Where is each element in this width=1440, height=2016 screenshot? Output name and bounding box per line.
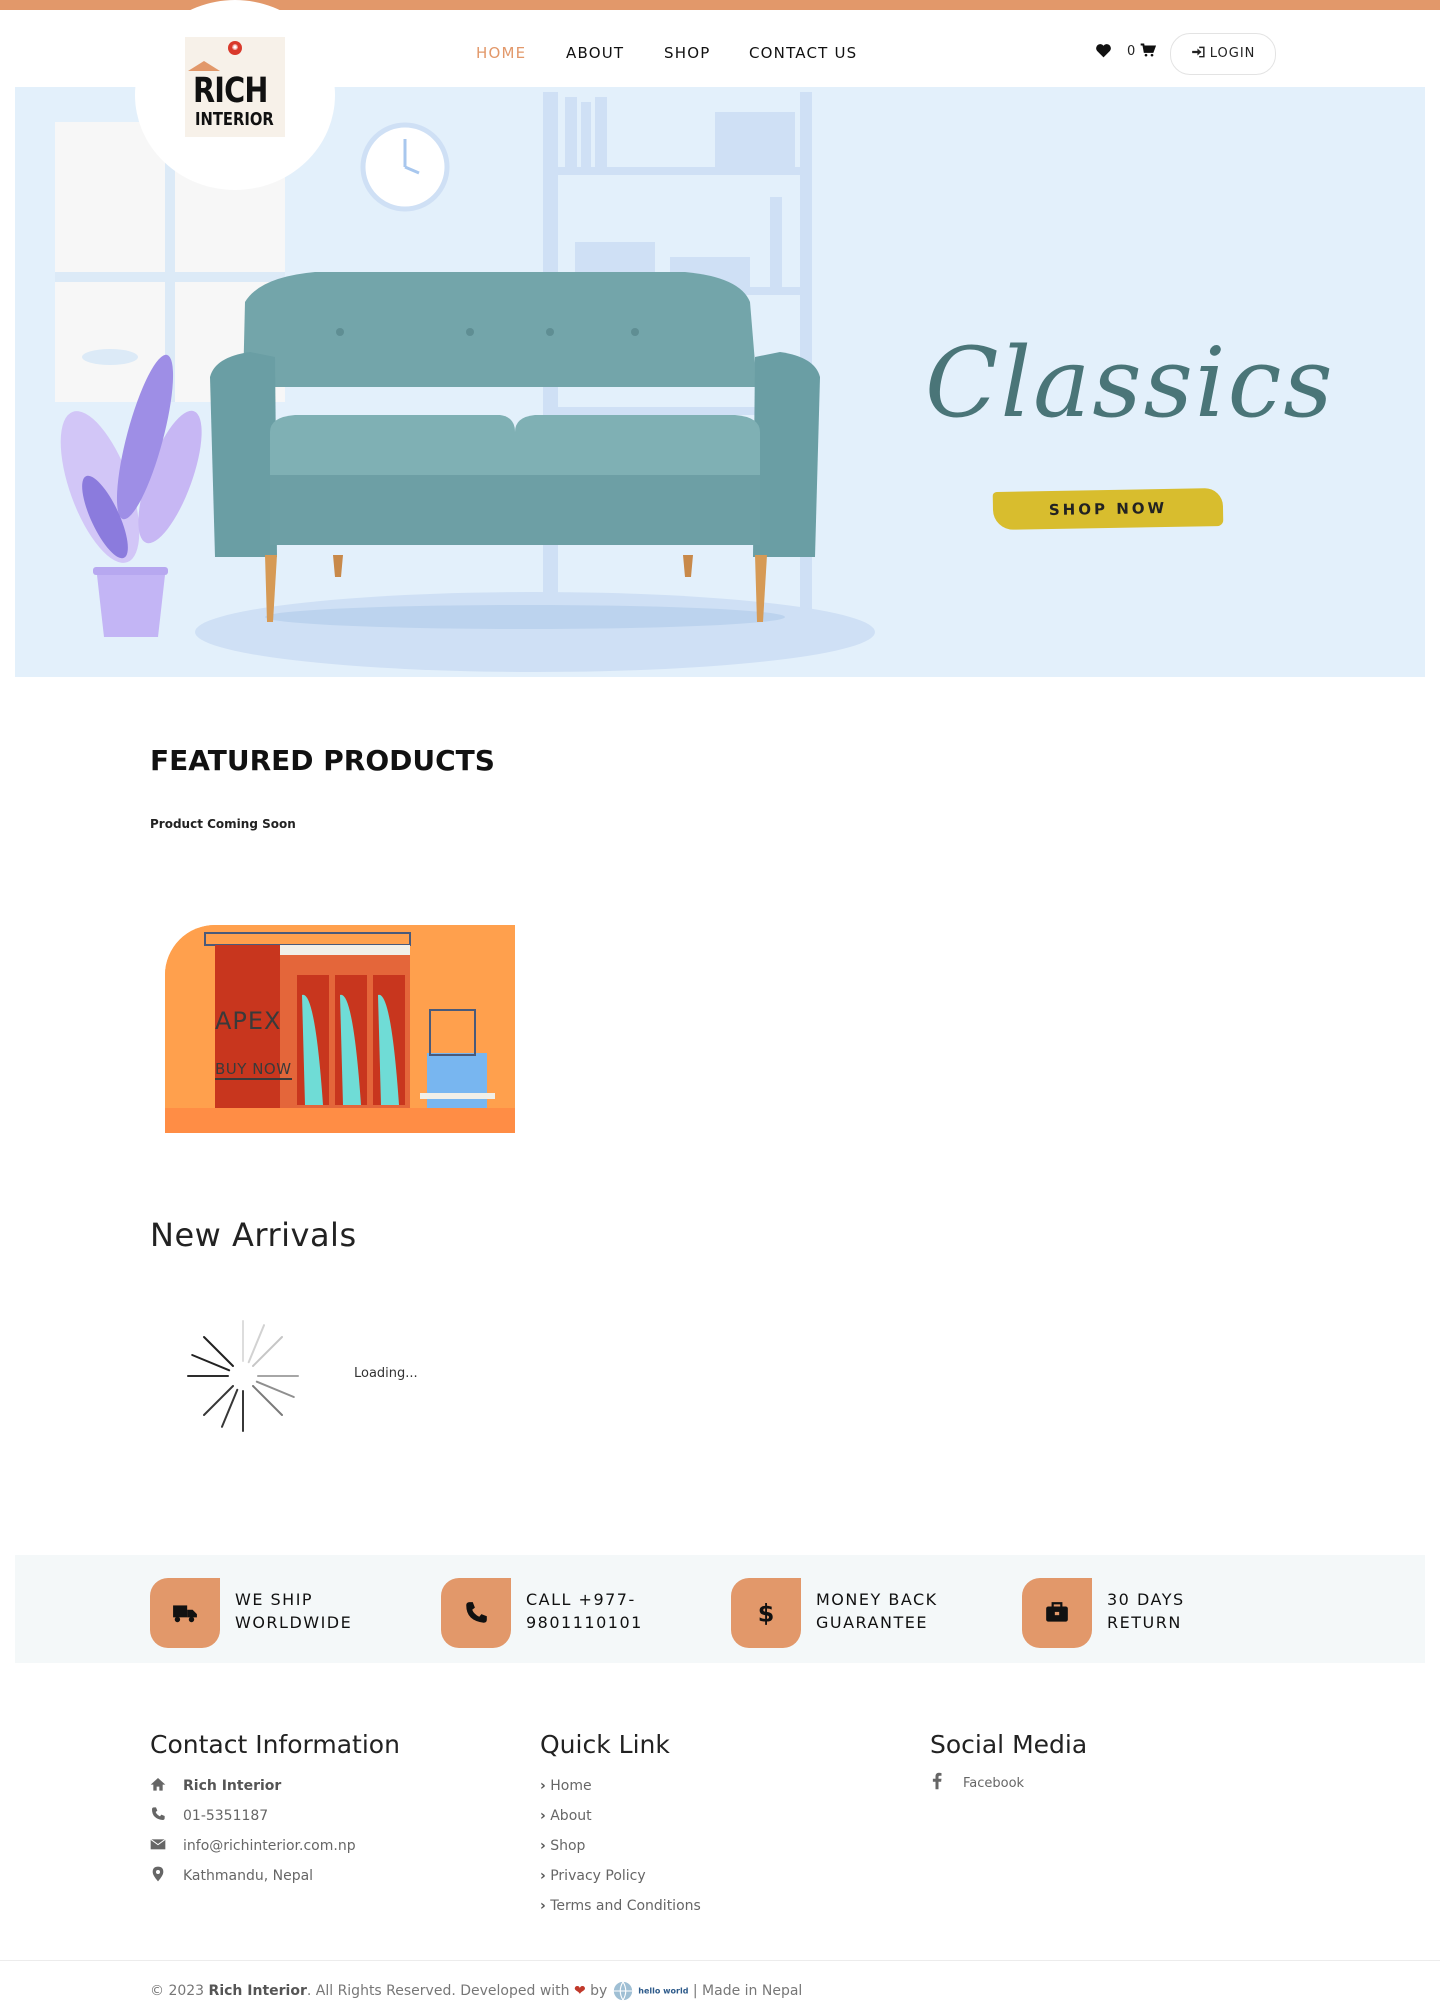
chevron-right-icon: › xyxy=(540,1808,546,1824)
developer-logo-text: hello world xyxy=(638,1986,689,1996)
login-label: LOGIN xyxy=(1209,46,1256,61)
truck-icon xyxy=(173,1605,197,1623)
globe-icon xyxy=(613,1981,632,2002)
heart-icon: ❤ xyxy=(573,1983,586,1999)
featured-subtitle: Product Coming Soon xyxy=(150,817,296,831)
feature-label-line2: WORLDWIDE xyxy=(235,1613,353,1632)
copyright-middle: . All Rights Reserved. Developed with xyxy=(306,1983,570,1999)
cart-icon[interactable] xyxy=(1140,43,1157,62)
chevron-right-icon: › xyxy=(540,1898,546,1914)
social-facebook-link[interactable]: Facebook xyxy=(963,1776,1024,1791)
phone-icon xyxy=(466,1602,487,1623)
chevron-right-icon: › xyxy=(540,1838,546,1854)
quick-link-label: Terms and Conditions xyxy=(550,1898,701,1914)
copyright-prefix: © 2023 xyxy=(150,1983,205,1999)
wishlist-heart-icon[interactable] xyxy=(1095,43,1112,62)
home-icon xyxy=(150,1778,166,1791)
sign-in-icon xyxy=(1191,46,1205,58)
facebook-icon[interactable] xyxy=(928,1772,946,1790)
logo-roof-icon xyxy=(188,61,220,71)
logo-text-line1: RICH xyxy=(193,71,268,111)
features-strip: WE SHIP WORLDWIDE CALL +977- 9801110101 … xyxy=(15,1555,1425,1663)
quick-link-label: Home xyxy=(550,1778,592,1794)
feature-label-line1: 30 DAYS xyxy=(1107,1590,1185,1609)
copyright-company: Rich Interior xyxy=(208,1983,307,1999)
contact-email[interactable]: info@richinterior.com.np xyxy=(183,1838,356,1854)
quick-link-label: About xyxy=(550,1808,592,1824)
envelope-icon xyxy=(150,1838,166,1850)
contact-phone[interactable]: 01-5351187 xyxy=(183,1808,268,1824)
chevron-right-icon: › xyxy=(540,1778,546,1794)
logo-text-line2: INTERIOR xyxy=(195,109,274,130)
phone-icon xyxy=(152,1807,165,1820)
promo-buy-now-link[interactable]: BUY NOW xyxy=(215,1060,292,1080)
nav-home[interactable]: HOME xyxy=(476,44,526,62)
quick-link-home[interactable]: › Home xyxy=(540,1778,592,1794)
copyright-suffix: | Made in Nepal xyxy=(692,1983,803,1999)
quick-link-about[interactable]: › About xyxy=(540,1808,592,1824)
quick-link-privacy-policy[interactable]: › Privacy Policy xyxy=(540,1868,646,1884)
quick-link-label: Privacy Policy xyxy=(550,1868,646,1884)
quick-link-title: Quick Link xyxy=(540,1730,670,1759)
chevron-right-icon: › xyxy=(540,1868,546,1884)
social-media-title: Social Media xyxy=(930,1730,1088,1759)
feature-label-line1: MONEY BACK xyxy=(816,1590,938,1609)
nav-contact-us[interactable]: CONTACT US xyxy=(749,44,857,62)
contact-info-title: Contact Information xyxy=(150,1730,400,1759)
dollar-icon: $ xyxy=(758,1600,775,1626)
promo-title: APEX xyxy=(215,1007,282,1035)
nav-shop[interactable]: SHOP xyxy=(664,44,710,62)
svg-text:$: $ xyxy=(758,1600,775,1626)
cart-count: 0 xyxy=(1127,44,1136,59)
site-logo[interactable]: ✺ RICH INTERIOR xyxy=(185,37,285,137)
map-marker-icon xyxy=(152,1866,164,1882)
briefcase-icon xyxy=(1046,1602,1068,1622)
loading-spinner-icon xyxy=(187,1320,299,1432)
copyright-by: by xyxy=(590,1983,608,1999)
feature-label-line1: WE SHIP xyxy=(235,1590,314,1609)
hero-shop-now-button[interactable]: SHOP NOW xyxy=(992,487,1224,531)
login-button[interactable]: LOGIN xyxy=(1170,33,1276,75)
feature-label-line2: 9801110101 xyxy=(526,1613,643,1632)
developer-logo[interactable]: hello world xyxy=(612,1980,689,2002)
quick-link-label: Shop xyxy=(550,1838,586,1854)
new-arrivals-title: New Arrivals xyxy=(150,1216,357,1254)
featured-products-title: FEATURED PRODUCTS xyxy=(150,744,495,777)
nav-about[interactable]: ABOUT xyxy=(566,44,624,62)
contact-name: Rich Interior xyxy=(183,1778,282,1794)
feature-label-line1: CALL +977- xyxy=(526,1590,636,1609)
hero-title: Classics xyxy=(925,327,1335,439)
promo-card[interactable]: APEX BUY NOW xyxy=(165,925,515,1133)
quick-link-shop[interactable]: › Shop xyxy=(540,1838,585,1854)
feature-icon-box xyxy=(1022,1578,1092,1648)
feature-label-line2: RETURN xyxy=(1107,1613,1182,1632)
quick-link-terms[interactable]: › Terms and Conditions xyxy=(540,1898,701,1914)
logo-seal-icon: ✺ xyxy=(228,41,242,55)
contact-address: Kathmandu, Nepal xyxy=(183,1868,314,1884)
loading-text: Loading... xyxy=(354,1366,418,1381)
feature-icon-box xyxy=(150,1578,220,1648)
footer-divider xyxy=(0,1960,1440,1961)
feature-label-line2: GUARANTEE xyxy=(816,1613,928,1632)
feature-icon-box: $ xyxy=(731,1578,801,1648)
feature-icon-box xyxy=(441,1578,511,1648)
copyright-bar: © 2023 Rich Interior. All Rights Reserve… xyxy=(150,1980,802,2002)
